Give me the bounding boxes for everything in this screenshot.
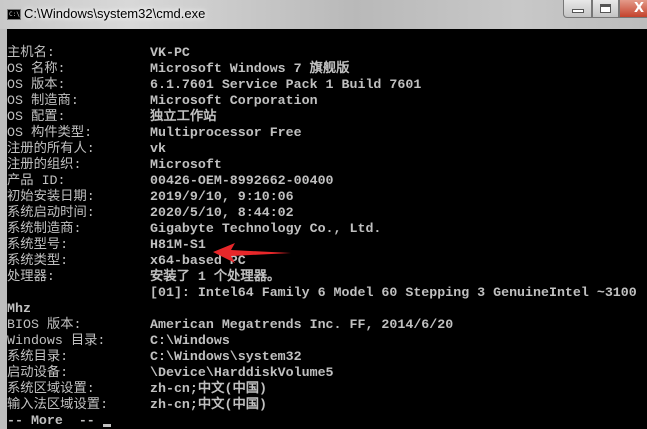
- info-row: Mhz: [7, 301, 111, 317]
- info-row: 产品 ID: 00426-OEM-8992662-00400: [7, 173, 334, 189]
- info-value: Gigabyte Technology Co., Ltd.: [150, 221, 382, 236]
- info-row: 启动设备: \Device\HarddiskVolume5: [7, 365, 334, 381]
- minimize-icon: [571, 9, 584, 13]
- info-value: [01]: Intel64 Family 6 Model 60 Stepping…: [150, 285, 637, 300]
- info-value: 6.1.7601 Service Pack 1 Build 7601: [150, 77, 422, 92]
- more-prompt-row: -- More --: [7, 413, 111, 429]
- info-row: 系统类型: x64-based PC: [7, 253, 246, 269]
- info-row: 初始安装日期: 2019/9/10, 9:10:06: [7, 189, 294, 205]
- info-label: 处理器:: [7, 269, 55, 284]
- info-row: OS 配置: 独立工作站: [7, 109, 216, 125]
- info-value: Microsoft Windows 7 旗舰版: [150, 61, 350, 76]
- systeminfo-lines: 主机名: VK-PC OS 名称: Microsoft Windows 7 旗舰版 OS…: [7, 45, 637, 429]
- info-row: [01]: Intel64 Family 6 Model 60 Stepping…: [7, 285, 637, 301]
- info-row: 系统型号: H81M-S1: [7, 237, 206, 253]
- info-row: OS 版本: 6.1.7601 Service Pack 1 Build 7601: [7, 77, 421, 93]
- info-row: 主机名: VK-PC: [7, 45, 190, 61]
- info-value: vk: [150, 141, 166, 156]
- info-row: 注册的所有人: vk: [7, 141, 166, 157]
- info-row: 注册的组织: Microsoft: [7, 157, 222, 173]
- info-label: BIOS 版本:: [7, 317, 82, 332]
- info-value: Microsoft: [150, 157, 222, 172]
- info-value: VK-PC: [150, 45, 190, 60]
- info-label: Mhz: [7, 301, 31, 316]
- close-icon: X: [633, 1, 645, 16]
- info-label: 系统区域设置:: [7, 381, 95, 396]
- info-row: OS 制造商: Microsoft Corporation: [7, 93, 318, 109]
- info-value: 00426-OEM-8992662-00400: [150, 173, 334, 188]
- info-label: 系统启动时间:: [7, 205, 95, 220]
- title-bar[interactable]: C:\_ C:\Windows\system32\cmd.exe X: [0, 0, 647, 29]
- info-value: H81M-S1: [150, 237, 206, 252]
- info-label: 系统型号:: [7, 237, 69, 252]
- info-value: American Megatrends Inc. FF, 2014/6/20: [150, 317, 454, 332]
- info-value: \Device\HarddiskVolume5: [150, 365, 334, 380]
- info-row: Windows 目录: C:\Windows: [7, 333, 230, 349]
- info-label: OS 版本:: [7, 77, 66, 92]
- close-button[interactable]: X: [619, 0, 647, 18]
- info-row: OS 名称: Microsoft Windows 7 旗舰版: [7, 61, 349, 77]
- info-label: OS 名称:: [7, 61, 66, 76]
- maximize-button[interactable]: [592, 0, 619, 18]
- info-row: OS 构件类型: Multiprocessor Free: [7, 125, 302, 141]
- info-value: Microsoft Corporation: [150, 93, 318, 108]
- info-label: OS 构件类型:: [7, 125, 93, 140]
- info-value: zh-cn;中文(中国): [150, 397, 268, 412]
- info-label: 系统目录:: [7, 349, 69, 364]
- info-label: 初始安装日期:: [7, 189, 95, 204]
- info-label: 注册的组织:: [7, 157, 82, 172]
- info-value: C:\Windows\system32: [150, 349, 302, 364]
- minimize-button[interactable]: [563, 0, 592, 18]
- text-cursor: [102, 424, 111, 427]
- red-arrow-annotation: [213, 243, 291, 263]
- maximize-icon: [600, 4, 611, 13]
- info-value: 安装了 1 个处理器。: [150, 269, 281, 284]
- info-row: 输入法区域设置: zh-cn;中文(中国): [7, 397, 267, 413]
- console-output[interactable]: 主机名: VK-PC OS 名称: Microsoft Windows 7 旗舰版 OS…: [7, 29, 647, 429]
- window-title: C:\Windows\system32\cmd.exe: [24, 6, 206, 21]
- info-value: C:\Windows: [150, 333, 230, 348]
- info-label: 注册的所有人:: [7, 141, 95, 156]
- info-value: 2019/9/10, 9:10:06: [150, 189, 294, 204]
- info-label: OS 制造商:: [7, 93, 79, 108]
- info-row: 系统目录: C:\Windows\system32: [7, 349, 302, 365]
- info-label: 启动设备:: [7, 365, 69, 380]
- info-label: 输入法区域设置:: [7, 397, 109, 412]
- info-value: 独立工作站: [150, 109, 217, 124]
- cmd-icon: C:\_: [7, 9, 24, 20]
- info-label: OS 配置:: [7, 109, 66, 124]
- info-label: Windows 目录:: [7, 333, 106, 348]
- more-prompt: -- More --: [7, 413, 95, 428]
- info-row: 系统制造商: Gigabyte Technology Co., Ltd.: [7, 221, 381, 237]
- info-label: 系统类型:: [7, 253, 69, 268]
- info-row: 处理器: 安装了 1 个处理器。: [7, 269, 280, 285]
- info-value: Multiprocessor Free: [150, 125, 302, 140]
- info-value: zh-cn;中文(中国): [150, 381, 268, 396]
- info-row: 系统启动时间: 2020/5/10, 8:44:02: [7, 205, 294, 221]
- info-value: 2020/5/10, 8:44:02: [150, 205, 294, 220]
- info-label: 产品 ID:: [7, 173, 66, 188]
- info-label: 系统制造商:: [7, 221, 82, 236]
- info-label: 主机名:: [7, 45, 55, 60]
- info-row: 系统区域设置: zh-cn;中文(中国): [7, 381, 267, 397]
- info-row: BIOS 版本: American Megatrends Inc. FF, 201…: [7, 317, 453, 333]
